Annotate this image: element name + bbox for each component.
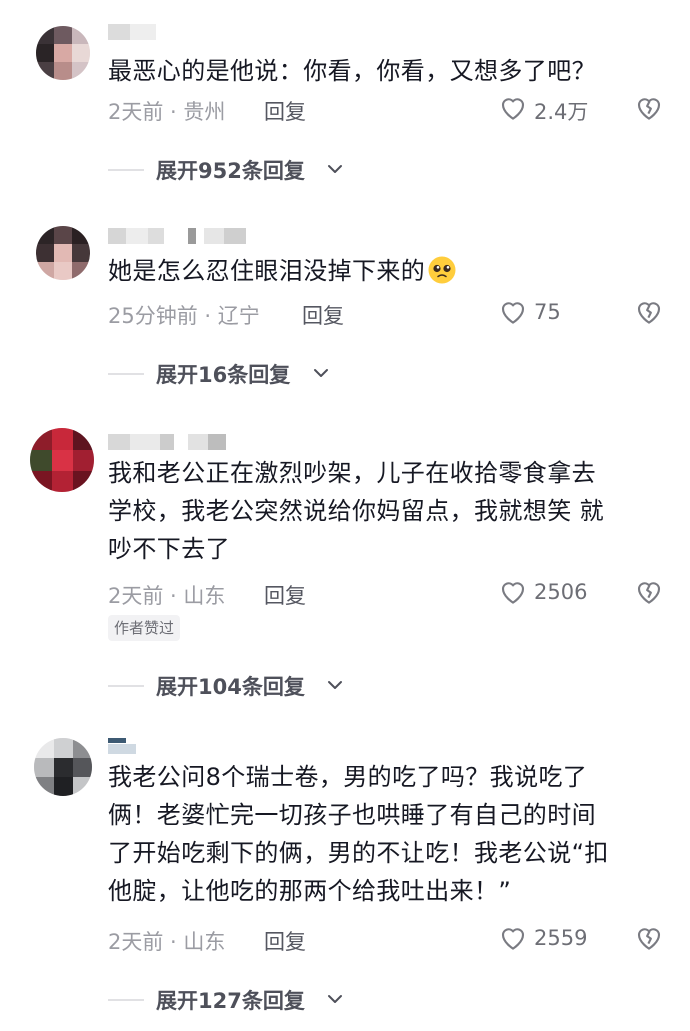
expand-replies-button[interactable]: 展开952条回复	[108, 154, 408, 184]
comment-time-location: 25分钟前 · 辽宁	[108, 304, 260, 328]
expand-replies-label: 展开16条回复	[156, 363, 291, 387]
comment-time-location: 2天前 · 贵州	[108, 100, 226, 124]
avatar[interactable]	[34, 738, 92, 796]
username-blurred[interactable]	[108, 734, 308, 756]
author-liked-badge: 作者赞过	[108, 615, 181, 641]
reply-button[interactable]: 回复	[264, 96, 306, 126]
like-button[interactable]: 2.4万	[498, 92, 618, 126]
broken-heart-icon[interactable]	[634, 923, 664, 953]
like-count: 2506	[534, 580, 588, 604]
like-count: 2559	[534, 926, 588, 950]
pleading-face-emoji	[428, 256, 456, 284]
comment-time-location: 2天前 · 山东	[108, 584, 226, 608]
reply-button[interactable]: 回复	[264, 926, 306, 956]
username-blurred[interactable]	[108, 224, 308, 246]
avatar[interactable]	[36, 226, 90, 280]
comment-item: 她是怎么忍住眼泪没掉下来的 25分钟前 · 辽宁 回复 75 展开16条回复	[0, 200, 690, 410]
comment-text: 她是怎么忍住眼泪没掉下来的	[108, 252, 658, 290]
username-blurred[interactable]	[108, 430, 308, 452]
heart-outline-icon	[501, 582, 525, 604]
broken-heart-icon[interactable]	[634, 577, 664, 607]
chevron-down-icon	[328, 165, 342, 173]
divider	[108, 685, 144, 687]
divider	[108, 373, 144, 375]
broken-heart-icon[interactable]	[634, 93, 664, 123]
broken-heart-icon[interactable]	[634, 297, 664, 327]
comment-meta: 2天前 · 山东 回复 2506	[108, 576, 668, 610]
comment-text-line: 学校，我老公突然说给你妈留点，我就想笑 就	[108, 497, 605, 525]
chevron-down-icon	[328, 995, 342, 1003]
comment-item: 最恶心的是他说：你看，你看，又想多了吧？ 2天前 · 贵州 回复 2.4万 展开…	[0, 0, 690, 200]
divider	[108, 169, 144, 171]
reply-button[interactable]: 回复	[302, 300, 344, 330]
comment-item: 我老公问8个瑞士卷，男的吃了吗？我说吃了 俩！老婆忙完一切孩子也哄睡了有自己的时…	[0, 718, 690, 1031]
username-blurred[interactable]	[108, 20, 308, 42]
comment-meta: 2天前 · 贵州 回复 2.4万	[108, 92, 668, 126]
expand-replies-button[interactable]: 展开104条回复	[108, 670, 408, 700]
chevron-down-icon	[328, 681, 342, 689]
heart-outline-icon	[501, 98, 525, 120]
comment-text: 我和老公正在激烈吵架，儿子在收拾零食拿去 学校，我老公突然说给你妈留点，我就想笑…	[108, 454, 658, 568]
comment-text-body: 她是怎么忍住眼泪没掉下来的	[108, 257, 426, 285]
expand-replies-label: 展开104条回复	[156, 675, 305, 699]
chevron-down-icon	[314, 369, 328, 377]
like-button[interactable]: 75	[498, 296, 618, 330]
expand-replies-button[interactable]: 展开16条回复	[108, 358, 408, 388]
reply-button[interactable]: 回复	[264, 580, 306, 610]
comment-item: 我和老公正在激烈吵架，儿子在收拾零食拿去 学校，我老公突然说给你妈留点，我就想笑…	[0, 410, 690, 718]
comment-text: 我老公问8个瑞士卷，男的吃了吗？我说吃了 俩！老婆忙完一切孩子也哄睡了有自己的时…	[108, 758, 658, 910]
like-button[interactable]: 2506	[498, 576, 618, 610]
comment-text-line: 了开始吃剩下的俩，男的不让吃！我老公说“扣	[108, 839, 609, 867]
expand-replies-label: 展开127条回复	[156, 989, 305, 1013]
comment-text-line: 我老公问8个瑞士卷，男的吃了吗？我说吃了	[108, 763, 588, 791]
avatar[interactable]	[30, 428, 94, 492]
expand-replies-button[interactable]: 展开127条回复	[108, 984, 408, 1014]
comment-text: 最恶心的是他说：你看，你看，又想多了吧？	[108, 57, 596, 85]
comment-time-location: 2天前 · 山东	[108, 930, 226, 954]
comment-text-line: 他腚，让他吃的那两个给我吐出来！”	[108, 877, 512, 905]
comment-meta: 25分钟前 · 辽宁 回复 75	[108, 296, 668, 330]
like-button[interactable]: 2559	[498, 922, 618, 956]
comment-text-line: 我和老公正在激烈吵架，儿子在收拾零食拿去	[108, 459, 596, 487]
avatar[interactable]	[36, 26, 90, 80]
heart-outline-icon	[501, 302, 525, 324]
divider	[108, 999, 144, 1001]
like-count: 2.4万	[534, 100, 589, 124]
comment-text-line: 俩！老婆忙完一切孩子也哄睡了有自己的时间	[108, 801, 596, 829]
comment-text-line: 吵不下去了	[108, 535, 230, 563]
heart-outline-icon	[501, 928, 525, 950]
like-count: 75	[534, 300, 561, 324]
comment-meta: 2天前 · 山东 回复 2559	[108, 922, 668, 956]
expand-replies-label: 展开952条回复	[156, 159, 305, 183]
